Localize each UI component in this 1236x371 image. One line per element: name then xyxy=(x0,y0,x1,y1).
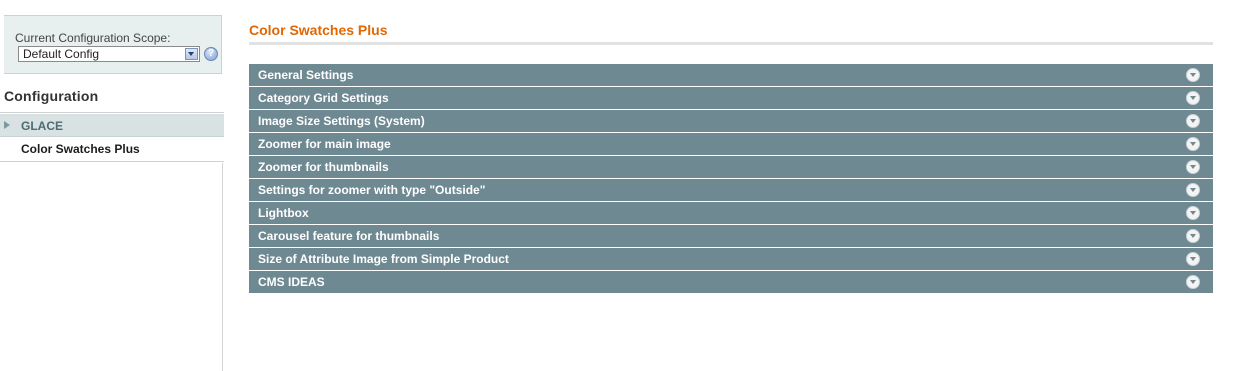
chevron-down-icon[interactable] xyxy=(1186,206,1200,220)
section-label: Carousel feature for thumbnails xyxy=(258,229,440,243)
divider xyxy=(0,161,224,162)
section-label: CMS IDEAS xyxy=(258,275,325,289)
section-list: General Settings Category Grid Settings … xyxy=(249,64,1213,294)
section-attribute-image-size[interactable]: Size of Attribute Image from Simple Prod… xyxy=(249,248,1213,271)
section-general-settings[interactable]: General Settings xyxy=(249,64,1213,87)
scope-select[interactable]: Default Config xyxy=(18,46,200,62)
section-label: Zoomer for thumbnails xyxy=(258,160,389,174)
title-rule xyxy=(249,42,1213,45)
sidebar: Current Configuration Scope: Default Con… xyxy=(0,0,224,371)
chevron-down-icon[interactable] xyxy=(1186,91,1200,105)
chevron-down-icon[interactable] xyxy=(1186,114,1200,128)
section-label: Zoomer for main image xyxy=(258,137,391,151)
chevron-down-icon[interactable] xyxy=(1186,183,1200,197)
section-carousel[interactable]: Carousel feature for thumbnails xyxy=(249,225,1213,248)
scope-label: Current Configuration Scope: xyxy=(15,31,171,45)
triangle-right-icon xyxy=(4,121,10,129)
section-label: Size of Attribute Image from Simple Prod… xyxy=(258,252,509,266)
section-label: Image Size Settings (System) xyxy=(258,114,425,128)
sidebar-border xyxy=(222,163,223,371)
help-icon[interactable]: ? xyxy=(204,47,218,61)
section-image-size-settings[interactable]: Image Size Settings (System) xyxy=(249,110,1213,133)
section-label: Settings for zoomer with type "Outside" xyxy=(258,183,486,197)
chevron-down-icon[interactable] xyxy=(1186,229,1200,243)
nav-group-glace[interactable]: GLACE xyxy=(0,114,224,137)
divider xyxy=(0,112,224,113)
nav-item-color-swatches-plus[interactable]: Color Swatches Plus xyxy=(21,142,140,156)
chevron-down-icon[interactable] xyxy=(1186,275,1200,289)
section-cms-ideas[interactable]: CMS IDEAS xyxy=(249,271,1213,294)
chevron-down-icon[interactable] xyxy=(1186,137,1200,151)
section-label: Category Grid Settings xyxy=(258,91,389,105)
page-title: Color Swatches Plus xyxy=(249,22,388,38)
chevron-down-icon[interactable] xyxy=(1186,160,1200,174)
scope-box: Current Configuration Scope: Default Con… xyxy=(4,15,222,74)
section-zoomer-outside[interactable]: Settings for zoomer with type "Outside" xyxy=(249,179,1213,202)
chevron-down-icon xyxy=(185,48,198,60)
section-lightbox[interactable]: Lightbox xyxy=(249,202,1213,225)
section-label: Lightbox xyxy=(258,206,309,220)
section-zoomer-thumbnails[interactable]: Zoomer for thumbnails xyxy=(249,156,1213,179)
section-category-grid-settings[interactable]: Category Grid Settings xyxy=(249,87,1213,110)
chevron-down-icon[interactable] xyxy=(1186,68,1200,82)
section-zoomer-main-image[interactable]: Zoomer for main image xyxy=(249,133,1213,156)
scope-select-value: Default Config xyxy=(23,47,100,61)
nav-group-label: GLACE xyxy=(21,119,63,133)
section-label: General Settings xyxy=(258,68,354,82)
configuration-title: Configuration xyxy=(4,88,99,104)
chevron-down-icon[interactable] xyxy=(1186,252,1200,266)
